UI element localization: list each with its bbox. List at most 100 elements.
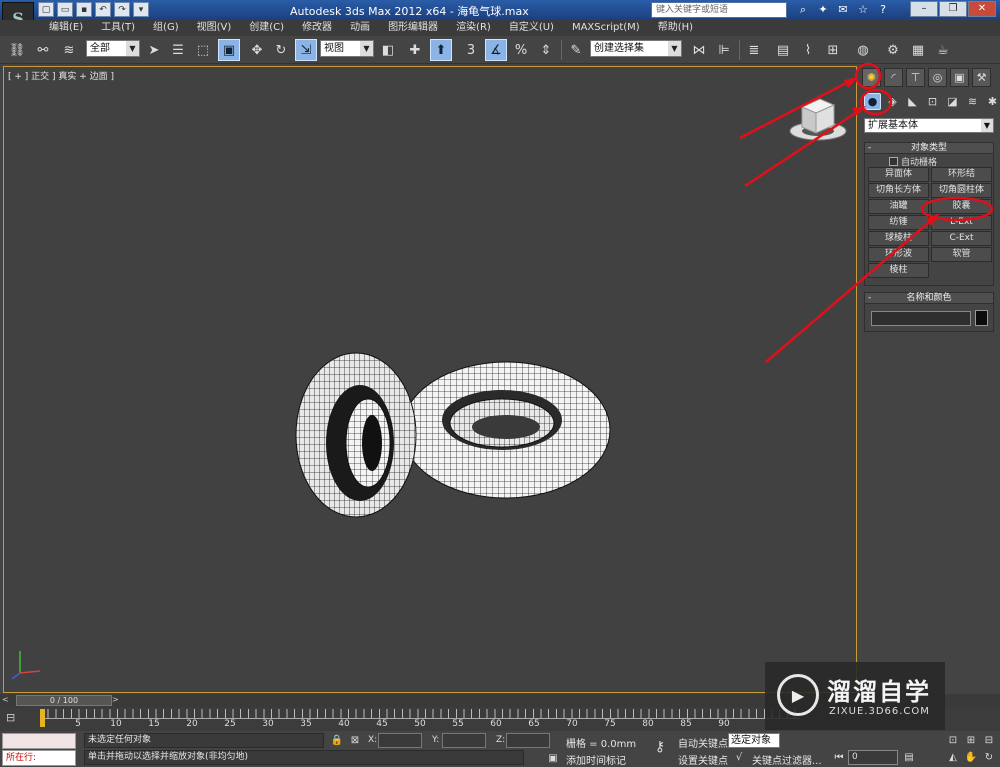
named-selection-select[interactable]: 创建选择集 ▼ [590, 40, 682, 57]
menu-animation[interactable]: 动画 [341, 20, 379, 36]
mirror-icon[interactable]: ⋈ [688, 39, 710, 61]
rotate-icon[interactable]: ↻ [270, 39, 292, 61]
star-icon[interactable]: ☆ [855, 2, 871, 18]
torus-knot-button[interactable]: 环形结 [931, 167, 992, 182]
time-tag-icon[interactable]: ▣ [546, 752, 560, 766]
maximize-viewport-icon[interactable]: ⊟ [982, 734, 996, 748]
redo-icon[interactable]: ↷ [114, 2, 130, 17]
move-icon[interactable]: ✥ [246, 39, 268, 61]
close-button[interactable]: ✕ [968, 1, 996, 17]
orbit-icon[interactable]: ↻ [982, 751, 996, 765]
go-to-start-icon[interactable]: ⏮ [832, 751, 846, 765]
undo-icon[interactable]: ↶ [95, 2, 111, 17]
lights-icon[interactable]: ◣ [904, 93, 921, 110]
chamfer-cyl-button[interactable]: 切角圆柱体 [931, 183, 992, 198]
c-ext-button[interactable]: C-Ext [931, 231, 992, 246]
snap-toggle-icon[interactable]: 3 [460, 39, 482, 61]
zoom-extents-icon[interactable]: ⊡ [946, 734, 960, 748]
track-ruler[interactable] [40, 709, 800, 719]
perspective-viewport[interactable]: [ + ] 正交 ] 真实 + 边面 ] [3, 66, 857, 693]
menu-create[interactable]: 创建(C) [240, 20, 293, 36]
graphite-ribbon-icon[interactable]: ▤ [772, 39, 794, 61]
link-icon[interactable]: ⛓ [6, 39, 28, 61]
create-tab-icon[interactable]: ✺ [862, 68, 881, 87]
shapes-icon[interactable]: ◈ [884, 93, 901, 110]
oil-tank-button[interactable]: 油罐 [868, 199, 929, 214]
set-key-button[interactable]: 设置关键点 [678, 752, 728, 767]
motion-tab-icon[interactable]: ◎ [928, 68, 947, 87]
menu-tools[interactable]: 工具(T) [92, 20, 144, 36]
time-slider-thumb[interactable]: 0 / 100 [16, 695, 112, 706]
hierarchy-tab-icon[interactable]: ⊤ [906, 68, 925, 87]
time-slider-next[interactable]: > [112, 695, 122, 706]
modify-tab-icon[interactable]: ◜ [884, 68, 903, 87]
maxscript-line-label[interactable]: 所在行: [2, 750, 76, 766]
geometry-icon[interactable]: ● [864, 93, 881, 110]
viewport-label[interactable]: [ + ] 正交 ] 真实 + 边面 ] [8, 69, 114, 82]
object-name-field[interactable] [871, 311, 971, 326]
edit-named-selection-icon[interactable]: ✎ [565, 39, 587, 61]
select-object-icon[interactable]: ➤ [143, 39, 165, 61]
pan-icon[interactable]: ✋ [964, 751, 978, 765]
search-input[interactable]: 键入关键字或短语 [651, 2, 787, 18]
selection-filter-select[interactable]: 全部 ▼ [86, 40, 140, 57]
zoom-region-icon[interactable]: ⊞ [964, 734, 978, 748]
current-frame-marker[interactable] [40, 709, 45, 727]
mini-curve-editor-icon[interactable]: ⊟ [6, 711, 24, 725]
curve-editor-icon[interactable]: ⌇ [797, 39, 819, 61]
menu-help[interactable]: 帮助(H) [649, 20, 702, 36]
material-editor-icon[interactable]: ◍ [852, 39, 874, 61]
object-color-swatch[interactable] [975, 310, 988, 326]
spindle-button[interactable]: 纺锤 [868, 215, 929, 230]
y-coord-field[interactable] [442, 733, 486, 748]
spacewarps-icon[interactable]: ≋ [964, 93, 981, 110]
menu-views[interactable]: 视图(V) [188, 20, 241, 36]
layer-manager-icon[interactable]: ≣ [743, 39, 765, 61]
menu-rendering[interactable]: 渲染(R) [447, 20, 500, 36]
render-setup-icon[interactable]: ⚙ [882, 39, 904, 61]
open-icon[interactable]: ▭ [57, 2, 73, 17]
rect-selection-icon[interactable]: ⬚ [192, 39, 214, 61]
viewcube-icon[interactable] [788, 93, 848, 143]
new-icon[interactable]: ▢ [38, 2, 54, 17]
ringwave-button[interactable]: 环形波 [868, 247, 929, 262]
scale-icon[interactable]: ⇲ [295, 39, 317, 61]
percent-snap-icon[interactable]: % [510, 39, 532, 61]
torus-wireframe-objects[interactable] [294, 325, 624, 565]
angle-snap-icon[interactable]: ∡ [485, 39, 507, 61]
capsule-button[interactable]: 胶囊 [931, 199, 992, 214]
cameras-icon[interactable]: ⊡ [924, 93, 941, 110]
category-dropdown[interactable]: 扩展基本体 ▼ [864, 118, 994, 133]
align-icon[interactable]: ⊫ [713, 39, 735, 61]
menu-maxscript[interactable]: MAXScript(M) [563, 20, 649, 36]
schematic-view-icon[interactable]: ⊞ [822, 39, 844, 61]
menu-modifiers[interactable]: 修改器 [293, 20, 341, 36]
pivot-center-icon[interactable]: ◧ [377, 39, 399, 61]
object-type-rollout-header[interactable]: - 对象类型 [864, 142, 994, 154]
field-of-view-icon[interactable]: ◭ [946, 751, 960, 765]
utilities-tab-icon[interactable]: ⚒ [972, 68, 991, 87]
auto-key-button[interactable]: 自动关键点 [678, 735, 728, 750]
chamfer-box-button[interactable]: 切角长方体 [868, 183, 929, 198]
hose-button[interactable]: 软管 [931, 247, 992, 262]
reference-coord-select[interactable]: 视图 ▼ [320, 40, 374, 57]
save-icon[interactable]: ▪ [76, 2, 92, 17]
name-color-rollout-header[interactable]: - 名称和颜色 [864, 292, 994, 304]
render-production-icon[interactable]: ☕ [932, 39, 954, 61]
prism-button[interactable]: 棱柱 [868, 263, 929, 278]
bind-spacewarp-icon[interactable]: ≋ [58, 39, 80, 61]
helpers-icon[interactable]: ◪ [944, 93, 961, 110]
z-coord-field[interactable] [506, 733, 550, 748]
selection-set-select[interactable]: 选定对象 [728, 733, 780, 748]
binoculars-icon[interactable]: ⌕ [795, 2, 811, 18]
x-coord-field[interactable] [378, 733, 422, 748]
hedra-button[interactable]: 异面体 [868, 167, 929, 182]
systems-icon[interactable]: ✱ [984, 93, 1000, 110]
window-crossing-icon[interactable]: ▣ [218, 39, 240, 61]
help-icon[interactable]: ? [875, 2, 891, 18]
time-config-icon[interactable]: ▤ [902, 751, 916, 765]
spinner-snap-icon[interactable]: ⇕ [535, 39, 557, 61]
menu-edit[interactable]: 编辑(E) [40, 20, 92, 36]
dropdown-icon[interactable]: ▾ [133, 2, 149, 17]
key-filter-curve-icon[interactable]: √ [732, 751, 746, 765]
